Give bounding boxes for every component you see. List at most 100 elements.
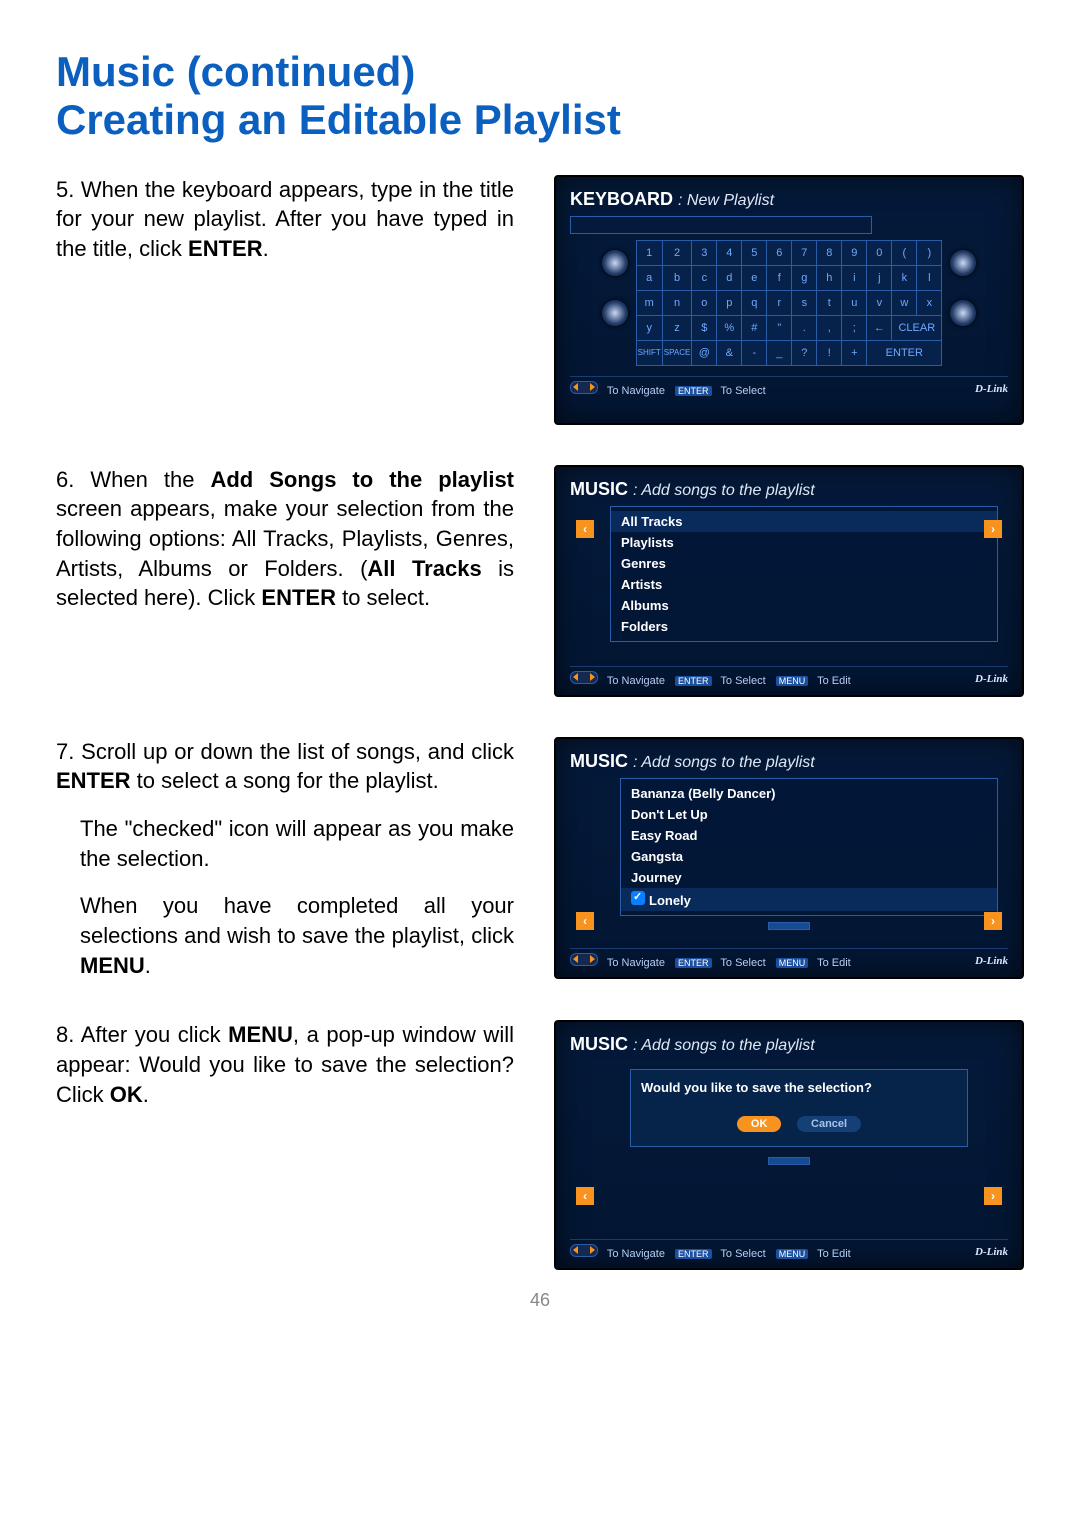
onscreen-keyboard[interactable]: 1234567890() abcdefghijkl mnopqrstuvwx yz$%… <box>636 240 943 366</box>
kb-key[interactable]: i <box>842 265 867 290</box>
kb-key[interactable]: 0 <box>867 240 892 265</box>
kb-key[interactable]: y <box>636 315 662 340</box>
songs-list-screenshot: MUSIC : Add songs to the playlist ‹ › Ba… <box>554 737 1024 979</box>
kb-key[interactable]: , <box>817 315 842 340</box>
hint-edit: To Edit <box>817 957 851 969</box>
kb-key[interactable]: % <box>717 315 742 340</box>
kb-key[interactable]: h <box>817 265 842 290</box>
kb-key[interactable]: CLEAR <box>892 315 942 340</box>
kb-key[interactable]: k <box>892 265 917 290</box>
kb-key[interactable]: 7 <box>792 240 817 265</box>
kb-key[interactable]: c <box>692 265 717 290</box>
right-arrow-icon[interactable]: › <box>984 912 1002 930</box>
keyboard-screenshot: KEYBOARD : New Playlist 1234567890()abcd… <box>554 175 1024 425</box>
kb-key[interactable]: & <box>717 340 742 365</box>
songs-list[interactable]: Bananza (Belly Dancer)Don't Let UpEasy R… <box>620 778 998 916</box>
kb-key[interactable]: - <box>742 340 767 365</box>
kb-key[interactable]: 5 <box>742 240 767 265</box>
kb-key[interactable]: ; <box>842 315 867 340</box>
kb-key[interactable]: 6 <box>767 240 792 265</box>
kb-key[interactable]: $ <box>692 315 717 340</box>
list-item[interactable]: Bananza (Belly Dancer) <box>621 783 997 804</box>
kb-key[interactable]: p <box>717 290 742 315</box>
kb-key[interactable]: f <box>767 265 792 290</box>
kb-key[interactable]: l <box>917 265 942 290</box>
list-item[interactable]: Don't Let Up <box>621 804 997 825</box>
kb-key[interactable]: d <box>717 265 742 290</box>
hint-navigate: To Navigate <box>607 957 665 969</box>
list-item[interactable]: All Tracks <box>611 511 997 532</box>
left-arrow-icon[interactable]: ‹ <box>576 1187 594 1205</box>
list-item[interactable]: Lonely <box>621 888 997 911</box>
enter-label: ENTER <box>188 236 263 261</box>
list-item[interactable]: Journey <box>621 867 997 888</box>
kb-key[interactable]: @ <box>692 340 717 365</box>
ok-button[interactable]: OK <box>737 1116 782 1132</box>
list-item[interactable]: Gangsta <box>621 846 997 867</box>
list-item[interactable]: Albums <box>611 595 997 616</box>
list-item[interactable]: Playlists <box>611 532 997 553</box>
step-5-text: 5. When the keyboard appears, type in th… <box>56 175 514 264</box>
kb-key[interactable]: # <box>742 315 767 340</box>
kb-key[interactable]: ← <box>867 315 892 340</box>
kb-area: 1234567890() abcdefghijkl mnopqrstuvwx yz$%… <box>570 240 1008 366</box>
cancel-button[interactable]: Cancel <box>797 1116 861 1132</box>
left-arrow-icon[interactable]: ‹ <box>576 912 594 930</box>
t: . <box>143 1082 149 1107</box>
kb-key[interactable]: z <box>662 315 692 340</box>
t: to select a song for the playlist. <box>131 768 439 793</box>
kb-key[interactable]: a <box>636 265 662 290</box>
scrollbar-handle[interactable] <box>768 922 810 930</box>
kb-key[interactable]: 8 <box>817 240 842 265</box>
kb-key[interactable]: ) <box>917 240 942 265</box>
music-title: MUSIC <box>570 751 628 771</box>
right-arrow-icon[interactable]: › <box>984 1187 1002 1205</box>
music-subtitle: : Add songs to the playlist <box>633 754 815 771</box>
kb-key[interactable]: m <box>636 290 662 315</box>
list-item[interactable]: Artists <box>611 574 997 595</box>
kb-key[interactable]: 9 <box>842 240 867 265</box>
kb-key[interactable]: x <box>917 290 942 315</box>
kb-key[interactable]: 3 <box>692 240 717 265</box>
kb-key[interactable]: u <box>842 290 867 315</box>
list-item[interactable]: Folders <box>611 616 997 637</box>
options-list[interactable]: All TracksPlaylistsGenresArtistsAlbumsFo… <box>610 506 998 642</box>
left-arrow-icon[interactable]: ‹ <box>576 520 594 538</box>
kb-input-field[interactable] <box>570 216 872 234</box>
brand-logo: D-Link <box>975 673 1008 685</box>
right-arrow-icon[interactable]: › <box>984 520 1002 538</box>
kb-key[interactable]: 1 <box>636 240 662 265</box>
kb-key[interactable]: b <box>662 265 692 290</box>
kb-key[interactable]: t <box>817 290 842 315</box>
kb-key[interactable]: ? <box>792 340 817 365</box>
kb-key[interactable]: e <box>742 265 767 290</box>
kb-key[interactable]: " <box>767 315 792 340</box>
list-item[interactable]: Genres <box>611 553 997 574</box>
kb-key[interactable]: SPACE <box>662 340 692 365</box>
kb-key[interactable]: n <box>662 290 692 315</box>
kb-key[interactable]: w <box>892 290 917 315</box>
kb-key[interactable]: SHIFT <box>636 340 662 365</box>
kb-key[interactable]: ENTER <box>867 340 942 365</box>
kb-key[interactable]: r <box>767 290 792 315</box>
kb-key[interactable]: q <box>742 290 767 315</box>
hint-select: To Select <box>720 1248 765 1260</box>
kb-key[interactable]: + <box>842 340 867 365</box>
addsongs-options-screenshot: MUSIC : Add songs to the playlist ‹ › Al… <box>554 465 1024 697</box>
list-item[interactable]: Easy Road <box>621 825 997 846</box>
kb-key[interactable]: s <box>792 290 817 315</box>
kb-key[interactable]: g <box>792 265 817 290</box>
kb-key[interactable]: 2 <box>662 240 692 265</box>
t: OK <box>110 1082 143 1107</box>
kb-key[interactable]: j <box>867 265 892 290</box>
kb-key[interactable]: ! <box>817 340 842 365</box>
kb-key[interactable]: _ <box>767 340 792 365</box>
tv-songs-list: MUSIC : Add songs to the playlist ‹ › Ba… <box>554 737 1024 979</box>
kb-key[interactable]: v <box>867 290 892 315</box>
kb-key[interactable]: ( <box>892 240 917 265</box>
kb-key[interactable]: 4 <box>717 240 742 265</box>
kb-key[interactable]: o <box>692 290 717 315</box>
kb-key[interactable]: . <box>792 315 817 340</box>
scrollbar-handle[interactable] <box>768 1157 810 1165</box>
step-6-row: 6. When the Add Songs to the playlist sc… <box>56 465 1024 697</box>
